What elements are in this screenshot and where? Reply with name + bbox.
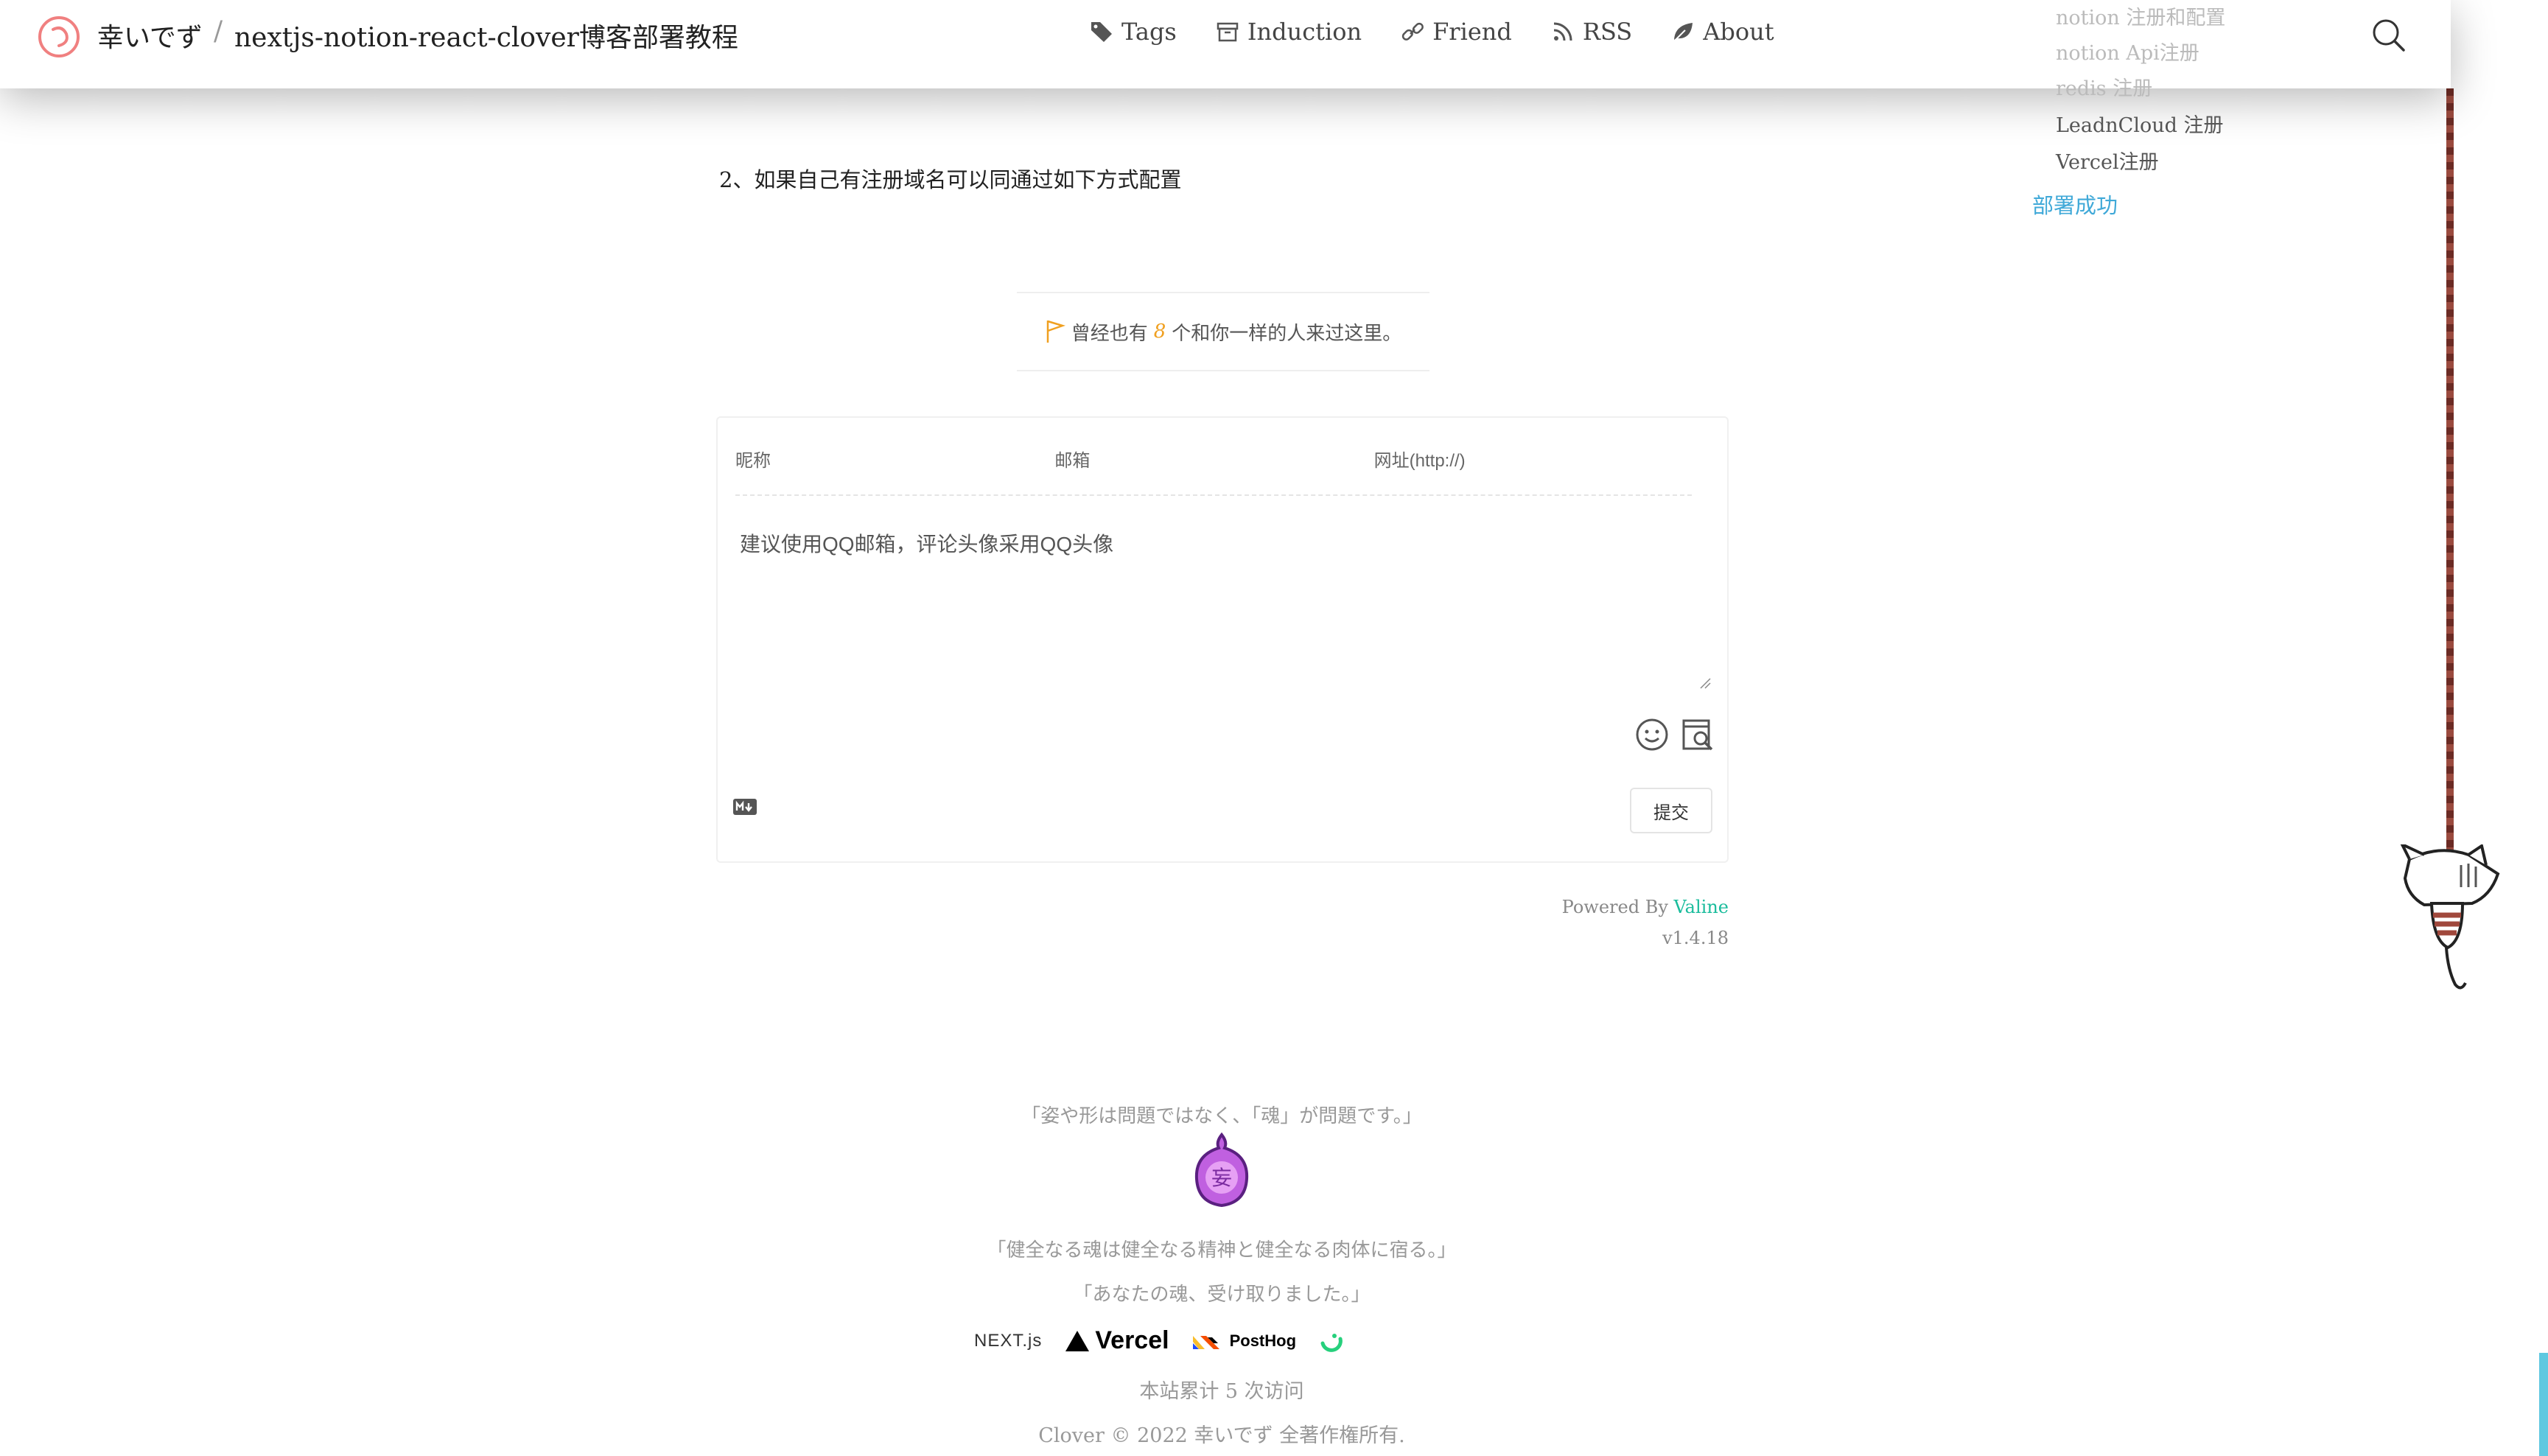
markdown-icon[interactable]	[732, 798, 757, 816]
nav-rss-label: RSS	[1582, 18, 1633, 46]
toc-item-deploy-success[interactable]: 部署成功	[2032, 189, 2118, 220]
comment-fields: 昵称 邮箱 网址(http://)	[735, 446, 1693, 472]
nav-rss[interactable]: RSS	[1550, 18, 1632, 46]
archive-icon	[1217, 22, 1239, 42]
submit-button[interactable]: 提交	[1630, 788, 1712, 833]
flag-icon	[1046, 320, 1065, 343]
scrollbar-thumb[interactable]	[2539, 1353, 2548, 1456]
posthog-logo[interactable]: PostHog	[1191, 1331, 1296, 1351]
comment-textarea[interactable]: 建议使用QQ邮箱，评论头像采用QQ头像	[740, 528, 1113, 558]
right-margin-strip	[2451, 0, 2548, 1456]
site-logo-icon[interactable]	[37, 15, 81, 59]
footer-quote-2: 「健全なる魂は健全なる精神と健全なる肉体に宿る。」	[987, 1239, 1457, 1261]
vercel-logo[interactable]: Vercel	[1064, 1326, 1169, 1355]
back-to-top-rope[interactable]	[2446, 88, 2454, 855]
nav-induction[interactable]: Induction	[1215, 18, 1362, 46]
footer-quote-1: 「姿や形は問題ではなく、「魂」が問題です。」	[1021, 1105, 1422, 1127]
site-title-link[interactable]: 幸いでず	[97, 16, 203, 55]
preview-icon[interactable]	[1680, 717, 1715, 752]
soul-emblem-icon: 妄	[1194, 1132, 1249, 1208]
valine-powered: Powered By Valine v1.4.18	[1474, 892, 1729, 953]
email-input[interactable]: 邮箱	[1054, 446, 1373, 472]
toc-item-notion-api[interactable]: notion Api注册	[2056, 37, 2199, 66]
site-visit-stats: 本站累计 5 次访问	[1139, 1380, 1304, 1403]
nav-tags[interactable]: Tags	[1089, 18, 1177, 46]
toc-item-notion[interactable]: notion 注册和配置	[2056, 1, 2225, 30]
posthog-logo-text: PostHog	[1229, 1331, 1297, 1350]
visitor-counter: 曾经也有 8 个和你一样的人来过这里。	[1017, 292, 1429, 371]
url-input[interactable]: 网址(http://)	[1374, 446, 1693, 472]
leaf-icon	[1673, 23, 1693, 42]
tags-icon	[1091, 22, 1112, 42]
posthog-hedgehog-icon	[1192, 1335, 1219, 1349]
copyright: Clover © 2022 幸いでず 全著作権所有.	[1038, 1424, 1405, 1447]
nav-induction-label: Induction	[1247, 18, 1362, 46]
spinner-logo-icon[interactable]	[1318, 1329, 1343, 1354]
visitor-count: 8	[1153, 321, 1166, 343]
comment-form: 昵称 邮箱 网址(http://) 建议使用QQ邮箱，评论头像采用QQ头像 提交	[716, 416, 1729, 863]
search-icon[interactable]	[2370, 16, 2408, 55]
footer-quote-3: 「あなたの魂、受け取りました。」	[1073, 1284, 1371, 1306]
toc-item-leancloud[interactable]: LeadnCloud 注册	[2056, 109, 2223, 138]
nav-friend-label: Friend	[1432, 18, 1512, 46]
toc-item-vercel[interactable]: Vercel注册	[2056, 146, 2159, 175]
main-nav: Tags Induction Friend RSS About	[1089, 18, 1774, 46]
valine-version: v1.4.18	[1662, 928, 1729, 948]
svg-text:妄: 妄	[1211, 1166, 1232, 1190]
nav-about-label: About	[1703, 18, 1774, 46]
nav-about[interactable]: About	[1670, 18, 1774, 46]
breadcrumb-separator: /	[214, 16, 223, 46]
article-paragraph: 2、如果自己有注册域名可以同通过如下方式配置	[719, 167, 1182, 192]
visitor-prefix: 曾经也有	[1071, 322, 1148, 345]
resize-handle-icon[interactable]	[1699, 677, 1711, 689]
post-title-breadcrumb[interactable]: nextjs-notion-react-clover博客部署教程	[234, 16, 738, 55]
nextjs-logo[interactable]: NEXT.js	[974, 1331, 1042, 1351]
valine-link[interactable]: Valine	[1674, 897, 1729, 917]
vercel-triangle-icon	[1065, 1330, 1090, 1351]
rss-icon	[1553, 22, 1572, 41]
hanging-cat-icon[interactable]	[2395, 844, 2505, 992]
emoji-icon[interactable]	[1634, 717, 1670, 752]
nav-tags-label: Tags	[1121, 18, 1177, 46]
powered-prefix: Powered By	[1561, 897, 1668, 917]
nickname-input[interactable]: 昵称	[735, 446, 1054, 472]
vercel-logo-text: Vercel	[1095, 1326, 1169, 1354]
visitor-suffix: 个和你一样的人来过这里。	[1172, 322, 1402, 345]
nav-friend[interactable]: Friend	[1400, 18, 1512, 46]
sponsor-logos: NEXT.js Vercel PostHog	[974, 1326, 1343, 1355]
toc-item-redis[interactable]: redis 注册	[2056, 72, 2152, 101]
fields-divider	[735, 494, 1692, 496]
link-icon	[1401, 22, 1424, 41]
